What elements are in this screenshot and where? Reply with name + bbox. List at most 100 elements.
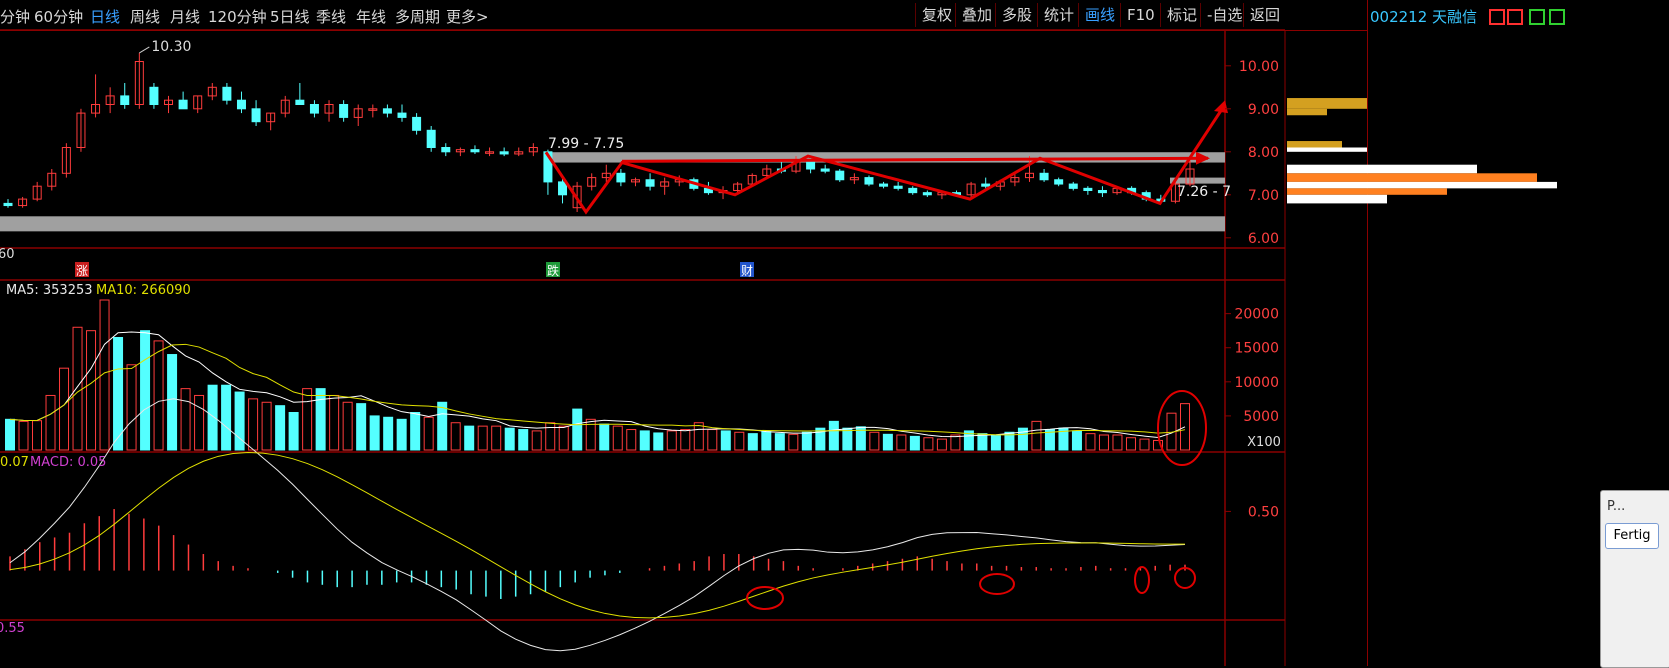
volume-bar[interactable] [518, 429, 529, 451]
volume-bar[interactable] [666, 430, 677, 451]
volume-bar[interactable] [909, 435, 920, 451]
volume-bar[interactable] [450, 422, 461, 451]
volume-bar[interactable] [59, 367, 70, 451]
volume-bar[interactable] [707, 429, 718, 451]
volume-bar[interactable] [153, 340, 164, 451]
candle[interactable] [1054, 179, 1064, 185]
volume-bar[interactable] [1139, 438, 1150, 451]
volume-bar[interactable] [180, 388, 191, 451]
volume-bar[interactable] [869, 431, 880, 451]
volume-bar[interactable] [545, 422, 556, 451]
volume-bar[interactable] [936, 438, 947, 451]
candle[interactable] [835, 170, 845, 181]
candle[interactable] [879, 183, 889, 187]
volume-bar[interactable] [477, 425, 488, 451]
candle[interactable] [178, 99, 188, 110]
volume-bar[interactable] [788, 433, 799, 451]
volume-bar[interactable] [1112, 434, 1123, 451]
candle[interactable] [1083, 187, 1093, 192]
volume-bar[interactable] [72, 326, 83, 451]
volume-bar[interactable] [612, 425, 623, 451]
volume-bar[interactable] [842, 427, 853, 451]
volume-bar[interactable] [315, 388, 326, 451]
volume-bar[interactable] [126, 364, 137, 451]
toolbar-icon[interactable] [1507, 9, 1523, 25]
candle[interactable] [908, 187, 918, 194]
volume-bar[interactable] [329, 394, 340, 451]
volume-bar[interactable] [342, 401, 353, 451]
volume-bar[interactable] [693, 422, 704, 451]
toolbar-icon[interactable] [1549, 9, 1565, 25]
volume-bar[interactable] [639, 430, 650, 451]
candle[interactable] [645, 179, 655, 187]
volume-bar[interactable] [396, 418, 407, 451]
volume-bar[interactable] [437, 401, 448, 451]
candle[interactable] [295, 99, 305, 105]
volume-bar[interactable] [882, 433, 893, 451]
candle[interactable] [1068, 183, 1078, 189]
volume-bar[interactable] [747, 433, 758, 451]
volume-bar[interactable] [140, 330, 151, 451]
toolbar-icon[interactable] [1529, 9, 1545, 25]
volume-bar[interactable] [801, 431, 812, 451]
volume-bar[interactable] [923, 437, 934, 451]
volume-bar[interactable] [32, 420, 43, 451]
volume-bar[interactable] [221, 384, 232, 451]
volume-bar[interactable] [896, 434, 907, 451]
volume-bar[interactable] [761, 431, 772, 451]
candle[interactable] [1097, 190, 1107, 194]
volume-bar[interactable] [275, 405, 286, 451]
volume-bar[interactable] [167, 354, 178, 451]
candle[interactable] [499, 151, 509, 155]
candle[interactable] [382, 108, 392, 114]
candle[interactable] [616, 172, 626, 183]
volume-bar[interactable] [599, 423, 610, 451]
candle[interactable] [558, 181, 568, 196]
volume-bar[interactable] [990, 434, 1001, 451]
candle[interactable] [820, 168, 830, 172]
candle[interactable] [864, 177, 874, 185]
candle[interactable] [922, 192, 932, 196]
volume-bar[interactable] [734, 431, 745, 451]
candle[interactable] [893, 185, 903, 189]
candle[interactable] [339, 104, 349, 118]
candle[interactable] [3, 202, 13, 207]
volume-bar[interactable] [1098, 434, 1109, 451]
volume-bar[interactable] [18, 420, 29, 451]
candle[interactable] [397, 112, 407, 118]
volume-bar[interactable] [248, 398, 259, 451]
volume-bar[interactable] [1125, 437, 1136, 451]
volume-bar[interactable] [288, 412, 299, 451]
candle[interactable] [236, 99, 246, 110]
volume-bar[interactable] [261, 401, 272, 451]
candle[interactable] [426, 129, 436, 149]
volume-bar[interactable] [558, 425, 569, 451]
volume-bar[interactable] [423, 416, 434, 451]
volume-bar[interactable] [410, 412, 421, 451]
volume-bar[interactable] [1071, 430, 1082, 451]
candle[interactable] [222, 86, 232, 101]
volume-bar[interactable] [1031, 420, 1042, 451]
volume-bar[interactable] [383, 416, 394, 451]
candle[interactable] [412, 116, 422, 131]
volume-bar[interactable] [504, 427, 515, 451]
candle[interactable] [149, 86, 159, 106]
volume-bar[interactable] [5, 418, 15, 451]
candle[interactable] [309, 104, 319, 114]
toolbar-icon[interactable] [1489, 9, 1505, 25]
volume-bar[interactable] [680, 429, 691, 451]
volume-bar[interactable] [720, 430, 731, 451]
candle[interactable] [120, 95, 130, 106]
volume-bar[interactable] [86, 330, 97, 451]
volume-bar[interactable] [531, 430, 542, 451]
candle[interactable] [251, 108, 261, 123]
volume-bar[interactable] [369, 415, 380, 451]
volume-bar[interactable] [626, 429, 637, 451]
candle[interactable] [441, 147, 451, 153]
volume-bar[interactable] [950, 434, 961, 451]
volume-bar[interactable] [491, 425, 502, 451]
drawing-palette[interactable]: P... Fertig [1600, 490, 1669, 668]
fertig-button[interactable]: Fertig [1605, 523, 1659, 549]
volume-bar[interactable] [977, 433, 988, 451]
volume-bar[interactable] [207, 384, 218, 451]
